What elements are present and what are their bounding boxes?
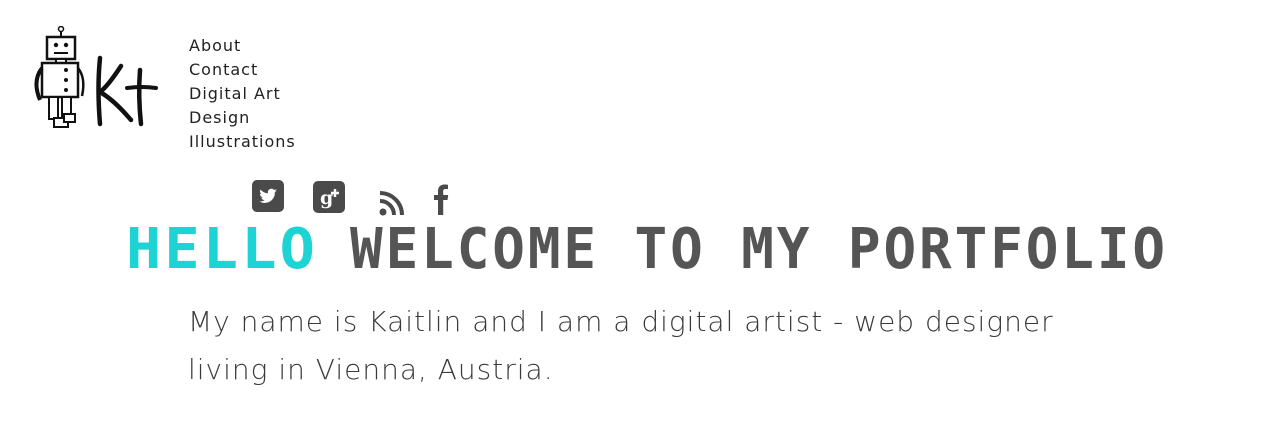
- intro-line-1: My name is Kaitlin and I am a digital ar…: [188, 305, 1054, 338]
- twitter-icon[interactable]: [252, 180, 284, 216]
- nav-item-about[interactable]: About: [189, 34, 296, 58]
- intro-text: My name is Kaitlin and I am a digital ar…: [188, 298, 1088, 394]
- intro-line-2: living in Vienna, Austria.: [188, 353, 554, 386]
- google-plus-icon[interactable]: g: [312, 180, 346, 218]
- rss-icon[interactable]: [378, 188, 408, 222]
- nav-item-illustrations[interactable]: Illustrations: [189, 130, 296, 154]
- nav-item-digital-art[interactable]: Digital Art: [189, 82, 296, 106]
- site-logo[interactable]: [30, 25, 160, 132]
- main-nav: About Contact Digital Art Design Illustr…: [189, 34, 296, 154]
- svg-text:g: g: [320, 187, 333, 209]
- headline-accent: HELLO: [126, 224, 318, 272]
- nav-item-contact[interactable]: Contact: [189, 58, 296, 82]
- nav-item-design[interactable]: Design: [189, 106, 296, 130]
- headline-main: WELCOME TO MY PORTFOLIO: [350, 224, 1168, 272]
- facebook-icon[interactable]: [430, 182, 450, 220]
- page-headline: HELLO WELCOME TO MY PORTFOLIO: [126, 224, 1172, 272]
- robot-icon: [34, 25, 158, 128]
